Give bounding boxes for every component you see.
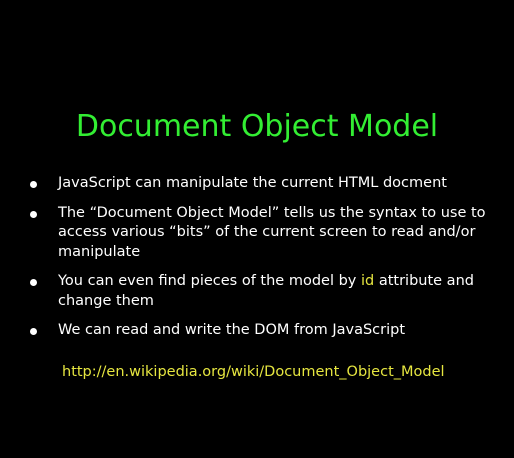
bullet-text-before: You can even find pieces of the model by: [58, 273, 361, 289]
bullet-text: JavaScript can manipulate the current HT…: [58, 175, 447, 191]
wikipedia-link[interactable]: http://en.wikipedia.org/wiki/Document_Ob…: [62, 362, 445, 382]
bullet-dot-icon: [30, 328, 37, 335]
bullet-text: We can read and write the DOM from JavaS…: [58, 322, 406, 338]
bullet-item: JavaScript can manipulate the current HT…: [28, 174, 490, 194]
id-keyword: id: [360, 273, 375, 289]
bullet-item: You can even find pieces of the model by…: [28, 272, 490, 311]
bullet-dot-icon: [30, 181, 37, 188]
bullet-dot-icon: [30, 210, 37, 218]
bullet-list: JavaScript can manipulate the current HT…: [28, 174, 490, 351]
bullet-item: The “Document Object Model” tells us the…: [28, 204, 490, 263]
bullet-item: We can read and write the DOM from JavaS…: [28, 321, 490, 341]
slide-title: Document Object Model: [75, 109, 439, 144]
bullet-dot-icon: [30, 279, 37, 286]
slide: Document Object Model JavaScript can man…: [0, 0, 514, 458]
bullet-text: The “Document Object Model” tells us the…: [58, 204, 486, 260]
